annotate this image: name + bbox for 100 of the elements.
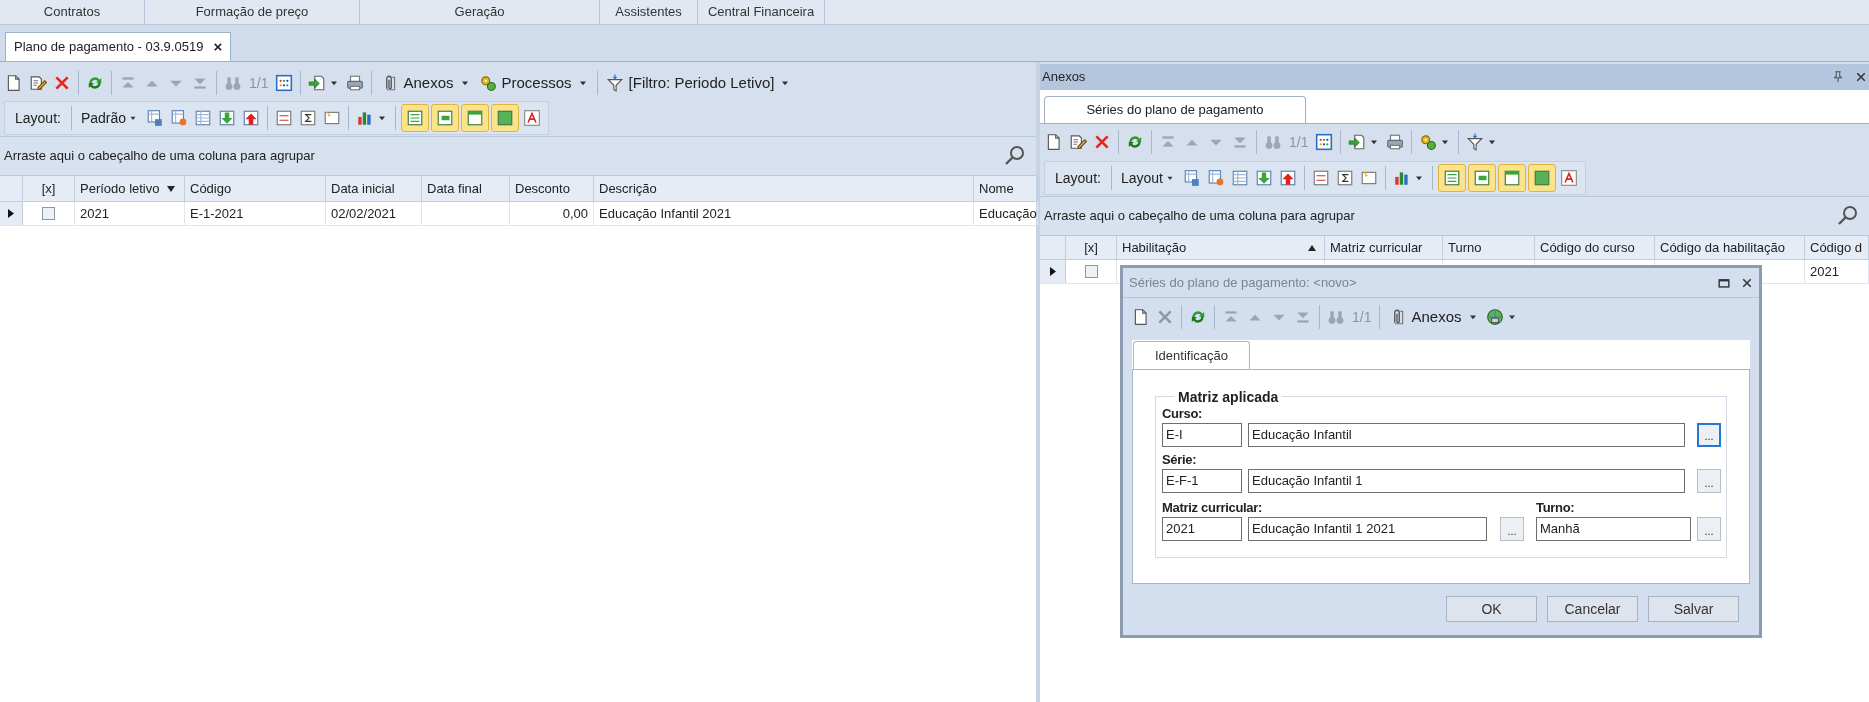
search-icon[interactable] bbox=[1837, 205, 1859, 227]
column-header[interactable]: Desconto bbox=[510, 176, 594, 201]
layout-label: Layout: bbox=[1054, 168, 1102, 188]
filter-button[interactable]: [Filtro: Periodo Letivo] bbox=[601, 70, 796, 96]
column-header[interactable]: Código da habilitação bbox=[1655, 236, 1805, 259]
lookup-button[interactable]: ... bbox=[1697, 517, 1721, 541]
close-icon[interactable] bbox=[1855, 71, 1867, 83]
dialog-title: Séries do plano de pagamento: <novo> bbox=[1129, 273, 1358, 292]
refresh-icon[interactable] bbox=[1189, 308, 1207, 326]
pin-icon[interactable] bbox=[1831, 70, 1845, 84]
edit-icon[interactable] bbox=[1069, 133, 1087, 151]
delete-icon[interactable] bbox=[53, 74, 71, 92]
menu-item[interactable]: Central Financeira bbox=[698, 0, 825, 24]
dialog-button[interactable]: Salvar bbox=[1648, 596, 1739, 622]
attachments-button[interactable]: Anexos bbox=[376, 70, 475, 96]
code-field[interactable]: E-F-1 bbox=[1162, 469, 1242, 493]
column-header[interactable]: Data final bbox=[422, 176, 510, 201]
upload-layout-icon[interactable] bbox=[242, 109, 261, 127]
close-tab-button[interactable]: × bbox=[213, 35, 223, 59]
delete-layout-icon[interactable] bbox=[1207, 169, 1225, 187]
processes-button[interactable]: Processos bbox=[474, 70, 593, 96]
layout-toggle[interactable] bbox=[1468, 164, 1496, 192]
sum-icon[interactable] bbox=[299, 109, 318, 127]
lookup-button[interactable]: ... bbox=[1500, 517, 1524, 541]
column-header[interactable]: [x] bbox=[23, 176, 75, 201]
column-header[interactable]: Turno bbox=[1443, 236, 1535, 259]
refresh-icon[interactable] bbox=[1126, 133, 1144, 151]
grid-icon[interactable] bbox=[275, 74, 294, 92]
layout-toggle[interactable] bbox=[401, 104, 430, 132]
rows-icon[interactable] bbox=[275, 109, 294, 127]
format-icon[interactable] bbox=[323, 109, 342, 127]
layout-toggle[interactable] bbox=[461, 104, 490, 132]
save-layout-icon[interactable] bbox=[1183, 169, 1201, 187]
font-color-icon[interactable] bbox=[523, 109, 542, 127]
grid-icon[interactable] bbox=[1315, 133, 1334, 151]
close-icon[interactable] bbox=[1741, 276, 1753, 289]
document-icon[interactable] bbox=[1132, 308, 1150, 326]
table-layout-icon bbox=[1443, 169, 1461, 187]
delete-layout-icon[interactable] bbox=[170, 109, 189, 127]
table-layout-icon bbox=[1473, 169, 1491, 187]
column-header[interactable]: [x] bbox=[1066, 236, 1117, 259]
import-icon bbox=[308, 74, 327, 92]
column-header[interactable]: Código do curso bbox=[1535, 236, 1655, 259]
row-checkbox[interactable] bbox=[1084, 265, 1098, 278]
printer-icon[interactable] bbox=[346, 74, 365, 92]
dialog-button[interactable]: Cancelar bbox=[1547, 596, 1638, 622]
menu-item[interactable]: Assistentes bbox=[600, 0, 698, 24]
download-layout-icon[interactable] bbox=[218, 109, 237, 127]
printer-icon[interactable] bbox=[1386, 133, 1405, 151]
code-field[interactable]: E-I bbox=[1162, 423, 1242, 447]
table-cell-text: E-1-2021 bbox=[190, 204, 244, 223]
document-icon[interactable] bbox=[5, 74, 23, 92]
column-header[interactable]: Data inicial bbox=[326, 176, 422, 201]
rows-icon[interactable] bbox=[1312, 169, 1330, 187]
menu-item[interactable]: Geração bbox=[360, 0, 600, 24]
document-icon[interactable] bbox=[1045, 133, 1063, 151]
panel-tab[interactable]: Séries do plano de pagamento bbox=[1044, 96, 1306, 123]
name-field[interactable]: Educação Infantil 1 2021 bbox=[1248, 517, 1487, 541]
save-layout-icon[interactable] bbox=[146, 109, 165, 127]
shift-field[interactable]: Manhã bbox=[1536, 517, 1691, 541]
table-cell-text: 2021 bbox=[80, 204, 109, 223]
menu-item[interactable]: Formação de preço bbox=[145, 0, 360, 24]
dialog-tab[interactable]: Identificação bbox=[1133, 341, 1250, 369]
format-icon[interactable] bbox=[1360, 169, 1378, 187]
name-field[interactable]: Educação Infantil bbox=[1248, 423, 1685, 447]
layout-toggle[interactable] bbox=[1498, 164, 1526, 192]
column-header[interactable]: Descrição bbox=[594, 176, 974, 201]
code-field[interactable]: 2021 bbox=[1162, 517, 1242, 541]
edit-icon[interactable] bbox=[29, 74, 47, 92]
sum-icon[interactable] bbox=[1336, 169, 1354, 187]
column-header[interactable]: Código d bbox=[1805, 236, 1869, 259]
layout-toggle[interactable] bbox=[491, 104, 520, 132]
document-tab[interactable]: Plano de pagamento - 03.9.0519 × bbox=[5, 32, 232, 61]
attachments-button[interactable]: Anexos bbox=[1384, 304, 1483, 330]
column-header[interactable]: Código bbox=[185, 176, 326, 201]
refresh-icon[interactable] bbox=[86, 74, 104, 92]
layout-dropdown[interactable]: Layout bbox=[1115, 167, 1180, 189]
name-field[interactable]: Educação Infantil 1 bbox=[1248, 469, 1685, 493]
dialog-button[interactable]: OK bbox=[1446, 596, 1537, 622]
column-header[interactable]: Habilitação bbox=[1117, 236, 1325, 259]
column-header[interactable]: Matriz curricular bbox=[1325, 236, 1443, 259]
layout-toggle[interactable] bbox=[1438, 164, 1466, 192]
column-header[interactable]: Período letivo bbox=[75, 176, 185, 201]
column-header[interactable]: Nome bbox=[974, 176, 1038, 201]
layout-dropdown[interactable]: Padrão bbox=[75, 107, 144, 129]
menu-item[interactable]: Contratos bbox=[0, 0, 145, 24]
font-color-icon[interactable] bbox=[1560, 169, 1578, 187]
layout-toggle[interactable] bbox=[1528, 164, 1556, 192]
delete-icon[interactable] bbox=[1156, 308, 1174, 326]
upload-layout-icon[interactable] bbox=[1279, 169, 1297, 187]
table-icon[interactable] bbox=[194, 109, 213, 127]
table-icon[interactable] bbox=[1231, 169, 1249, 187]
lookup-button[interactable]: ... bbox=[1697, 469, 1721, 493]
download-layout-icon[interactable] bbox=[1255, 169, 1273, 187]
layout-toggle[interactable] bbox=[431, 104, 460, 132]
search-icon[interactable] bbox=[1004, 145, 1026, 167]
table-layout-icon bbox=[466, 109, 485, 127]
row-checkbox[interactable] bbox=[42, 207, 55, 220]
delete-icon[interactable] bbox=[1093, 133, 1111, 151]
lookup-button[interactable]: ... bbox=[1697, 423, 1721, 447]
